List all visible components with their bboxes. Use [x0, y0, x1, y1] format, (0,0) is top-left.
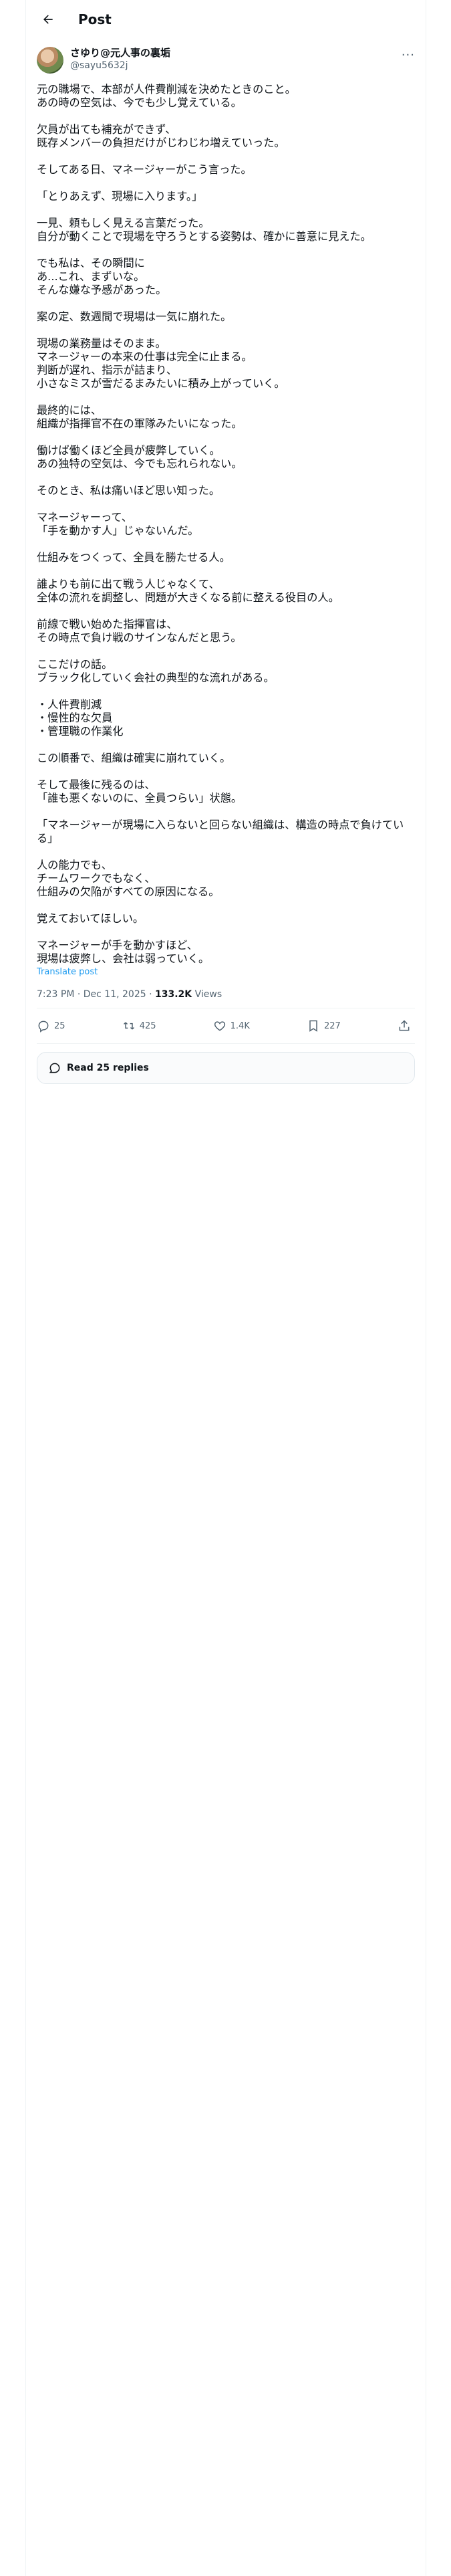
page-title: Post — [78, 11, 112, 27]
repost-button[interactable]: 425 — [122, 1019, 156, 1033]
read-replies-button[interactable]: Read 25 replies — [37, 1052, 415, 1084]
back-arrow-icon — [43, 15, 53, 24]
avatar[interactable] — [37, 47, 63, 74]
reply-count: 25 — [54, 1021, 65, 1031]
author-row: さゆり@元人事の裏垢 @sayu5632j ··· — [26, 39, 426, 74]
like-count: 1.4K — [230, 1021, 250, 1031]
bookmark-count: 227 — [324, 1021, 341, 1031]
reply-icon — [38, 1021, 49, 1033]
reply-button[interactable]: 25 — [37, 1019, 65, 1033]
header: Post — [26, 0, 426, 39]
share-button[interactable] — [398, 1019, 415, 1033]
bookmark-icon — [309, 1020, 317, 1032]
post-text: 元の職場で、本部が人件費削減を決めたときのこと。 あの時の空気は、今でも少し覚え… — [37, 83, 404, 965]
read-replies-label: Read 25 replies — [67, 1063, 149, 1073]
action-bar: 25 425 1.4K 227 — [37, 1008, 415, 1044]
like-button[interactable]: 1.4K — [213, 1019, 250, 1033]
repost-icon — [123, 1022, 134, 1030]
views-label: Views — [192, 989, 222, 1000]
post-timestamp[interactable]: 7:23 PM · Dec 11, 2025 · — [37, 989, 155, 1000]
post-column: Post さゆり@元人事の裏垢 @sayu5632j ··· 元の職場で、本部が… — [25, 0, 426, 2576]
author-name[interactable]: さゆり@元人事の裏垢 — [70, 47, 170, 60]
back-button[interactable] — [37, 8, 59, 31]
share-icon — [399, 1020, 410, 1031]
translate-post-link[interactable]: Translate post — [26, 966, 426, 977]
author-handle[interactable]: @sayu5632j — [70, 60, 170, 72]
like-icon — [214, 1021, 225, 1031]
repost-count: 425 — [139, 1021, 156, 1031]
chat-bubble-icon — [49, 1063, 60, 1073]
views-count: 133.2K — [155, 989, 192, 1000]
more-icon[interactable]: ··· — [402, 48, 415, 62]
bookmark-button[interactable]: 227 — [307, 1019, 341, 1033]
post-meta: 7:23 PM · Dec 11, 2025 · 133.2K Views — [37, 977, 415, 1008]
author-info: さゆり@元人事の裏垢 @sayu5632j — [70, 47, 170, 72]
